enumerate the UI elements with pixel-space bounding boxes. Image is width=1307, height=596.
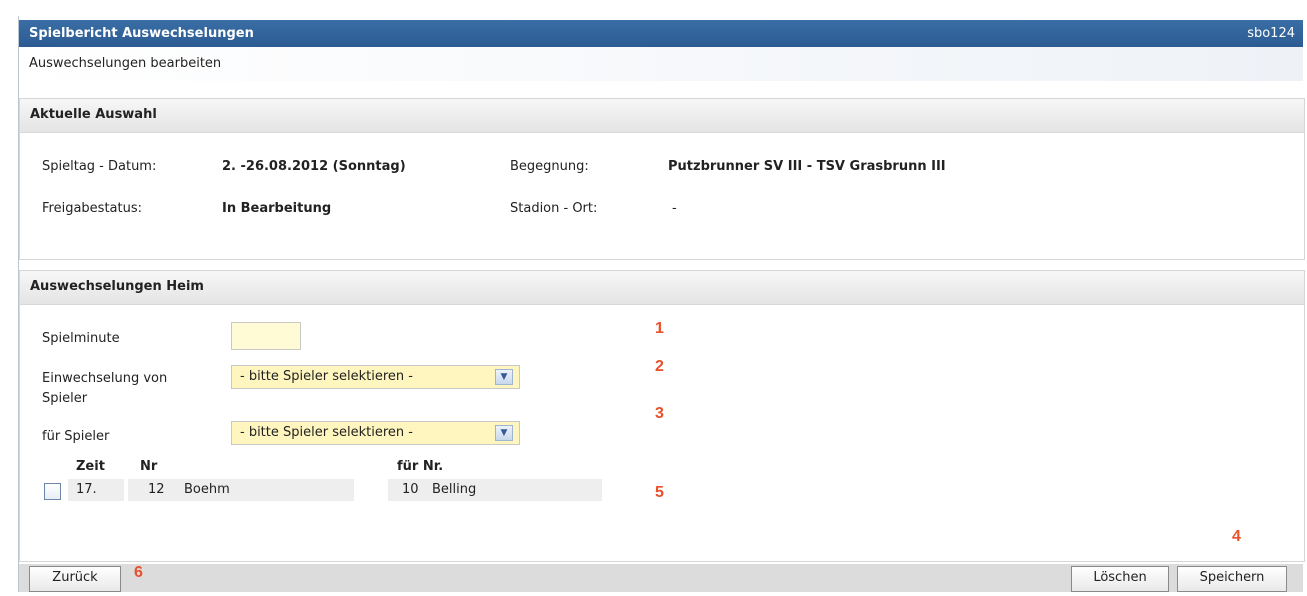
begegnung-label: Begegnung: (510, 159, 589, 174)
spielminute-label: Spielminute (42, 331, 120, 346)
einwechselung-label: Einwechselung von (42, 371, 168, 386)
annotation-3: 3 (655, 405, 664, 422)
back-button[interactable]: Zurück (29, 566, 121, 592)
chevron-down-icon[interactable]: ▼ (495, 425, 513, 441)
panel-title: Auswechselungen Heim (30, 279, 204, 294)
stadion-label: Stadion - Ort: (510, 201, 598, 216)
begegnung-value: Putzbrunner SV III - TSV Grasbrunn III (668, 159, 946, 174)
annotation-1: 1 (655, 320, 664, 337)
save-button[interactable]: Speichern (1177, 566, 1287, 592)
chevron-down-icon[interactable]: ▼ (495, 369, 513, 385)
einwechselung-label-2: Spieler (42, 391, 88, 406)
freigabe-value: In Bearbeitung (222, 201, 332, 216)
app-frame: Spielbericht Auswechselungen sbo124 Ausw… (18, 16, 1305, 592)
fuer-spieler-select[interactable]: - bitte Spieler selektieren - ▼ (231, 421, 520, 445)
freigabe-label: Freigabestatus: (42, 201, 142, 216)
screen-code: sbo124 (1247, 26, 1295, 41)
einwechselung-selected: - bitte Spieler selektieren - (240, 369, 413, 384)
panel-header: Aktuelle Auswahl (20, 99, 1304, 133)
fuer-spieler-label: für Spieler (42, 429, 110, 444)
window-title: Spielbericht Auswechselungen (29, 26, 254, 41)
fuer-spieler-selected: - bitte Spieler selektieren - (240, 425, 413, 440)
annotation-2: 2 (655, 358, 664, 375)
col-header-fuer-nr: für Nr. (397, 459, 444, 474)
panel-header: Auswechselungen Heim (20, 271, 1304, 305)
cell-zeit: 17. (76, 482, 97, 497)
cell-fuer-nr: 10 (402, 482, 419, 497)
panel-title: Aktuelle Auswahl (30, 107, 157, 122)
cell-fuer-bg (388, 479, 602, 501)
cell-fuer-name: Belling (432, 482, 477, 497)
spieltag-value: 2. -26.08.2012 (Sonntag) (222, 159, 406, 174)
annotation-5: 5 (655, 484, 664, 501)
current-selection-panel: Aktuelle Auswahl Spieltag - Datum: 2. -2… (19, 98, 1305, 260)
spielminute-input[interactable] (231, 322, 301, 350)
page-subtitle-bar: Auswechselungen bearbeiten (19, 47, 1303, 81)
spieltag-label: Spieltag - Datum: (42, 159, 157, 174)
annotation-6: 6 (134, 564, 143, 581)
cell-name: Boehm (184, 482, 230, 497)
col-header-zeit: Zeit (76, 459, 105, 474)
footer-bar: Zurück Löschen Speichern (19, 564, 1303, 592)
stadion-value: - (672, 201, 677, 216)
delete-button[interactable]: Löschen (1071, 566, 1169, 592)
window-titlebar: Spielbericht Auswechselungen sbo124 (19, 20, 1303, 47)
page-subtitle: Auswechselungen bearbeiten (29, 56, 222, 71)
row-checkbox[interactable] (44, 483, 61, 500)
annotation-4: 4 (1232, 528, 1241, 545)
cell-nr: 12 (148, 482, 165, 497)
col-header-nr: Nr (140, 459, 158, 474)
einwechselung-select[interactable]: - bitte Spieler selektieren - ▼ (231, 365, 520, 389)
